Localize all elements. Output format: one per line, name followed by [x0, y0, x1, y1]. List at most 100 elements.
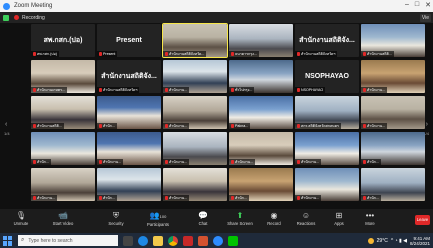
powerpoint-icon[interactable] — [198, 235, 208, 246]
muted-mic-icon — [297, 52, 300, 56]
participant-name: สำนักงานสถิติจังหวัด... — [169, 52, 205, 56]
participant-name-label: สำนัก... — [229, 195, 249, 201]
search-icon: ⌕ — [21, 237, 25, 243]
edge-icon[interactable] — [138, 235, 148, 246]
windows-start-icon[interactable] — [3, 235, 13, 246]
more-dots-icon: ••• — [365, 211, 375, 220]
muted-mic-icon — [231, 196, 234, 200]
participant-tile[interactable]: Pakna... — [229, 96, 293, 129]
participant-tile[interactable]: สำนักงาน... — [229, 132, 293, 165]
participant-name-label: ทั่วไปกรุง... — [229, 87, 255, 93]
participant-tile[interactable]: สำนักงาน... — [163, 168, 227, 201]
participant-tile[interactable]: สกร.สถิติจังหวัดสกลนคร — [295, 96, 359, 129]
participant-name-label: สำนักงาน... — [163, 159, 190, 165]
previous-page-icon[interactable]: ‹ — [5, 121, 7, 128]
next-page-icon[interactable]: › — [426, 121, 428, 128]
participant-display-name: NSOPHAYAO — [305, 73, 349, 80]
muted-mic-icon — [231, 160, 234, 164]
security-label: Security — [108, 221, 124, 226]
smiley-icon: ☺ — [301, 211, 311, 220]
leave-button[interactable]: Leave — [415, 215, 430, 225]
participant-name: Present — [103, 52, 116, 56]
chrome-icon[interactable] — [168, 235, 178, 246]
participant-tile[interactable]: สำนักงาน... — [361, 60, 425, 93]
task-view-icon[interactable] — [123, 235, 133, 246]
muted-mic-icon — [33, 196, 36, 200]
participant-tile[interactable]: สำนักงาน... — [163, 132, 227, 165]
participant-name-label: Present — [97, 51, 118, 57]
participant-tile[interactable]: สำนักงาน... — [295, 168, 359, 201]
recording-label: Recording — [22, 14, 45, 21]
participant-tile[interactable]: สำนักงาน... — [163, 96, 227, 129]
participant-tile[interactable]: Present Present — [97, 24, 161, 57]
participant-name-label: สำนักงาน... — [229, 159, 256, 165]
participant-name-label: สำนัก... — [361, 159, 381, 165]
window-title: Zoom Meeting — [14, 3, 53, 9]
share-screen-icon: ⬆ — [236, 211, 244, 220]
participant-name: NSOPHAYAO — [301, 88, 324, 92]
clock[interactable]: 9:41 AM 8/24/2021 — [410, 236, 430, 246]
tray-icons[interactable]: ^ ◔ ▮ ◀ — [391, 238, 407, 244]
participants-icon: 👥100 — [149, 211, 167, 220]
participant-tile[interactable]: ธนาคารกรุง... — [229, 24, 293, 57]
muted-mic-icon — [297, 160, 300, 164]
muted-mic-icon — [165, 88, 168, 92]
participant-name: สำนักงาน... — [169, 196, 188, 200]
participant-name: สำนักงาน... — [169, 88, 188, 92]
participant-tile[interactable]: สำนัก... — [97, 96, 161, 129]
minimize-icon[interactable]: – — [405, 1, 409, 9]
participant-tile[interactable]: สำนักงานสถิติจัง... สำนักงานสถิติจังหวัดฯ — [295, 24, 359, 57]
search-placeholder: Type here to search — [28, 237, 73, 244]
participant-tile[interactable]: NSOPHAYAO NSOPHAYAO — [295, 60, 359, 93]
participant-tile[interactable]: สำนัก... — [31, 132, 95, 165]
participant-tile[interactable]: สำนักงาน... — [295, 132, 359, 165]
participant-name: สำนักงานเกษตร... — [37, 88, 66, 92]
reactions-button[interactable]: ☺ Reactions — [289, 211, 323, 226]
unmute-button[interactable]: 🎙 Unmute — [4, 211, 38, 226]
participant-tile[interactable]: สำนัก... — [361, 132, 425, 165]
participant-name-label: สำนักงาน... — [361, 87, 388, 93]
file-explorer-icon[interactable] — [153, 235, 163, 246]
participant-tile[interactable]: สำนัก... — [361, 168, 425, 201]
participant-tile[interactable]: สำนักงานเกษตร... — [31, 60, 95, 93]
participant-name: สำนักงาน... — [235, 160, 254, 164]
taskbar-search-box[interactable]: ⌕ Type here to search — [18, 235, 118, 246]
share-screen-button[interactable]: ⬆ Share Screen — [223, 211, 257, 226]
view-button[interactable]: Vie — [419, 13, 431, 22]
participant-name-label: สำนักงาน... — [361, 123, 388, 129]
participant-tile[interactable]: สำนักงานสถิติจัง... สำนักงานสถิติจังหวัดฯ — [97, 60, 161, 93]
participant-name-label: ธนาคารกรุง... — [229, 51, 259, 57]
participant-tile[interactable]: สำนักงาน... — [97, 132, 161, 165]
zoom-app-icon[interactable] — [213, 235, 223, 246]
page-indicator-left: 1/4 — [4, 131, 10, 136]
security-button[interactable]: ⛨ Security — [99, 211, 133, 226]
line-app-icon[interactable] — [228, 235, 238, 246]
participant-tile[interactable]: สำนักงาน... — [31, 168, 95, 201]
participant-tile[interactable]: สำนักงานสถิติ... — [361, 24, 425, 57]
participant-tile[interactable]: สำนัก... — [229, 168, 293, 201]
start-video-button[interactable]: 📹 Start Video — [46, 211, 80, 226]
chat-button[interactable]: 💬 Chat — [186, 211, 220, 226]
participant-tile[interactable]: สำนักงาน... — [163, 60, 227, 93]
close-icon[interactable]: ✕ — [425, 1, 431, 9]
participant-tile[interactable]: สำนัก... — [97, 168, 161, 201]
participant-tile[interactable]: สำนักงาน... — [361, 96, 425, 129]
participant-tile[interactable]: ทั่วไปกรุง... — [229, 60, 293, 93]
participant-tile[interactable]: สำนักงานสถิติ... — [31, 96, 95, 129]
apps-button[interactable]: ⊞ Apps — [322, 211, 356, 226]
more-button[interactable]: ••• More — [353, 211, 387, 226]
participant-tile[interactable]: สพ.กสก.(ปอ) สพ.กสก.(ปอ) — [31, 24, 95, 57]
record-label: Record — [267, 221, 281, 226]
weather-icon[interactable] — [367, 237, 374, 244]
muted-mic-icon — [363, 196, 366, 200]
shield-icon[interactable] — [3, 14, 9, 21]
acrobat-icon[interactable] — [183, 235, 193, 246]
record-button[interactable]: ◉ Record — [257, 211, 291, 226]
start-video-label: Start Video — [52, 221, 74, 226]
maximize-icon[interactable]: □ — [415, 1, 419, 9]
participant-name: สำนักงานสถิติ... — [367, 52, 392, 56]
participants-button[interactable]: 👥100 Participants — [141, 211, 175, 227]
participant-tile[interactable]: สำนักงานสถิติจังหวัด... — [162, 23, 228, 58]
window-controls: – □ ✕ — [405, 1, 431, 9]
participant-name: สำนักงาน... — [367, 88, 386, 92]
